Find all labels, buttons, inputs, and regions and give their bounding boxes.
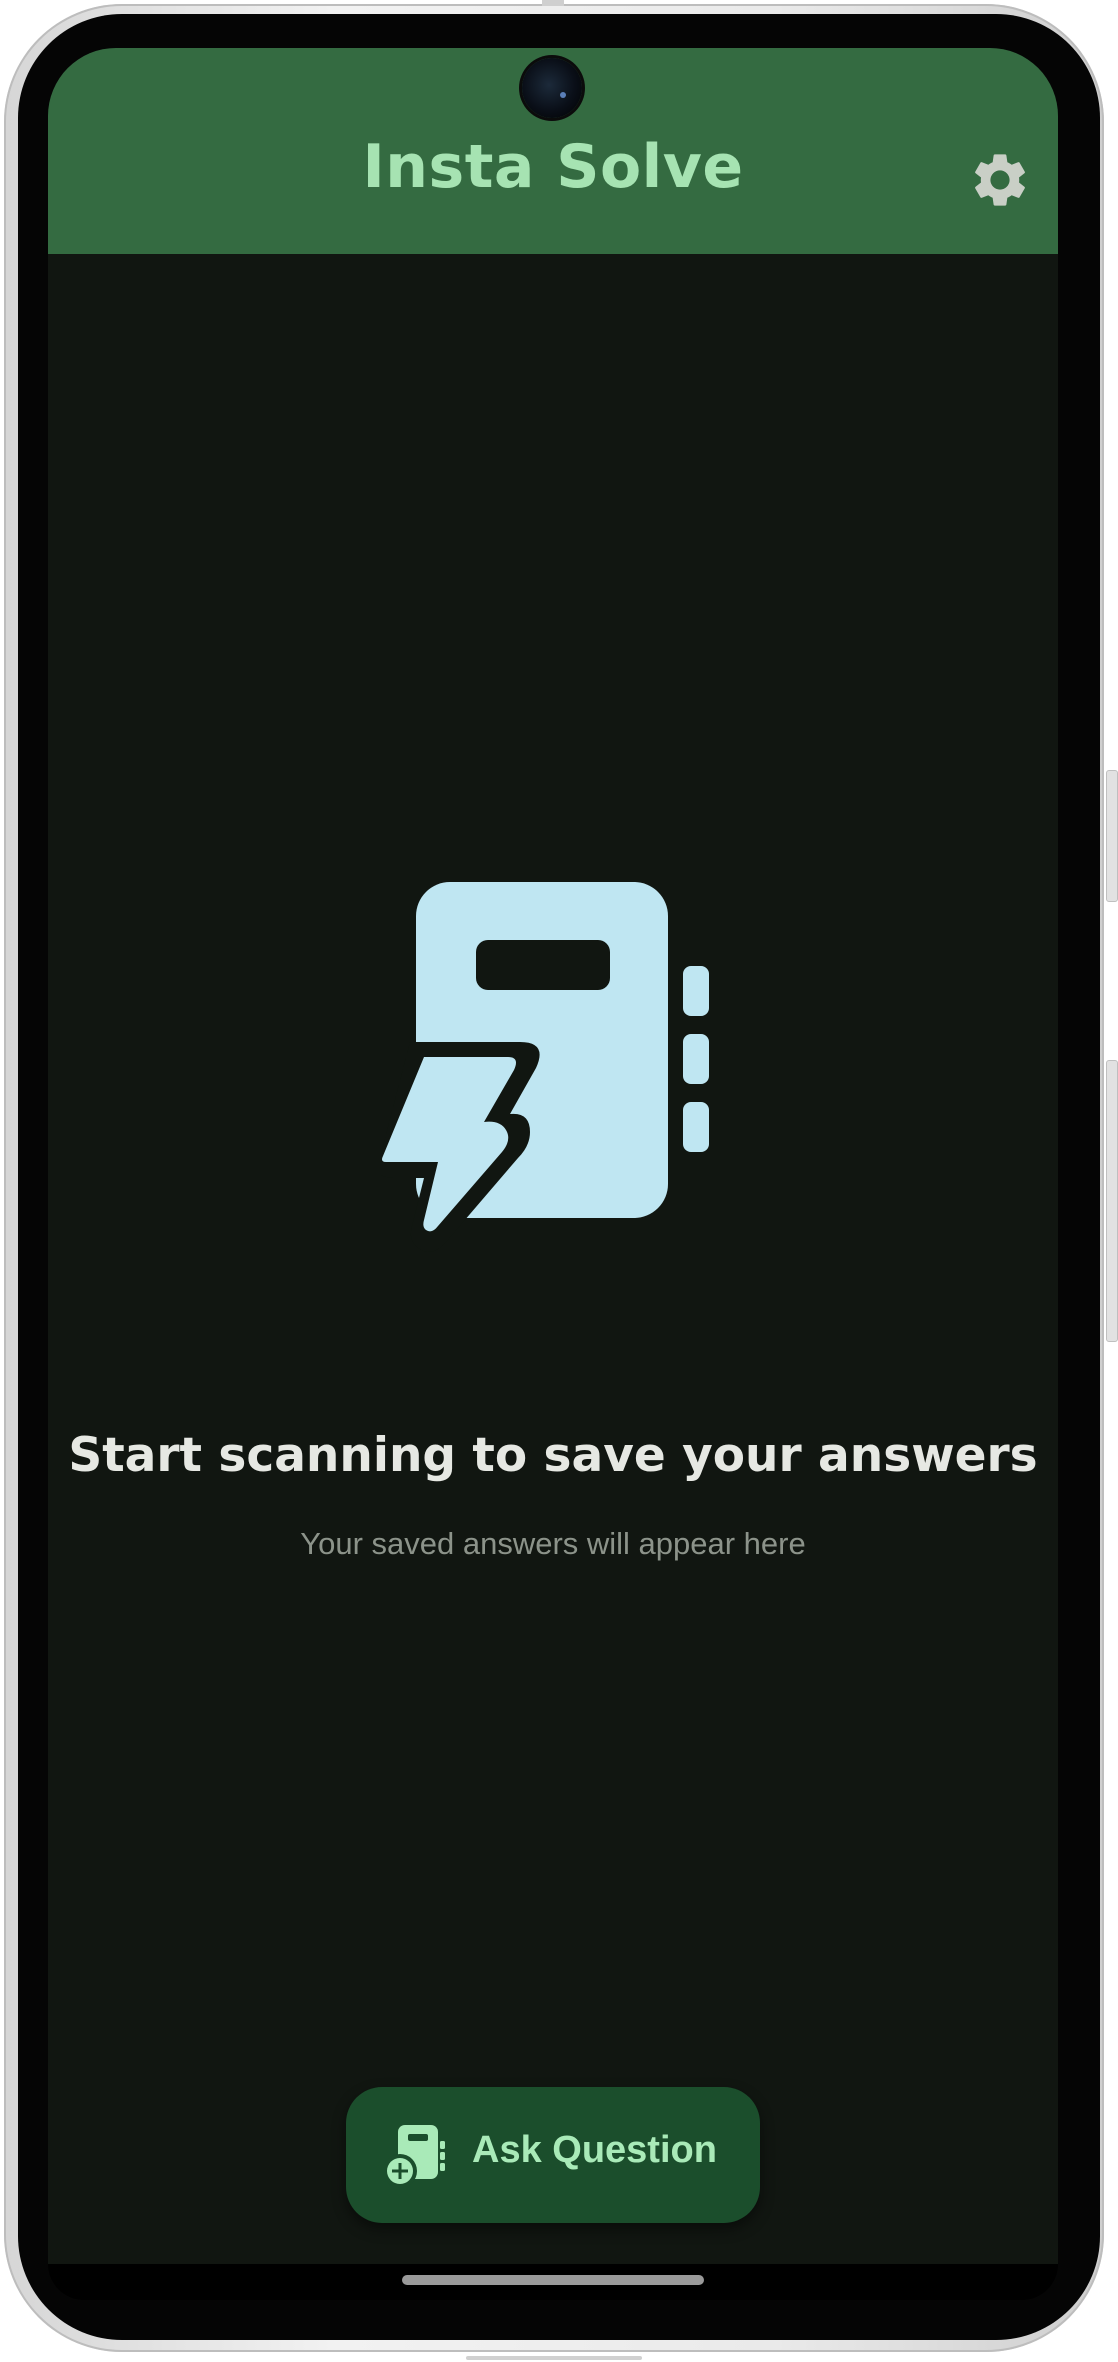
notebook-bolt-icon: [380, 882, 709, 1252]
ask-question-label: Ask Question: [472, 2129, 717, 2171]
bottom-speaker: [466, 2356, 642, 2360]
notebook-add-icon: [384, 2125, 445, 2187]
settings-button[interactable]: [968, 148, 1032, 212]
top-speaker: [542, 0, 564, 6]
app-title: Insta Solve: [362, 132, 744, 202]
gear-icon: [975, 154, 1025, 206]
empty-state-subtitle: Your saved answers will appear here: [300, 1526, 806, 1561]
front-camera: [522, 58, 582, 118]
app-screen: Insta Solve Start scanning to save your …: [48, 48, 1058, 2264]
empty-state-title: Start scanning to save your answers: [68, 1428, 1038, 1483]
volume-button: [1106, 770, 1118, 902]
power-button: [1106, 1060, 1118, 1342]
home-gesture-pill[interactable]: [402, 2275, 704, 2285]
ask-question-button[interactable]: Ask Question: [346, 2087, 760, 2223]
